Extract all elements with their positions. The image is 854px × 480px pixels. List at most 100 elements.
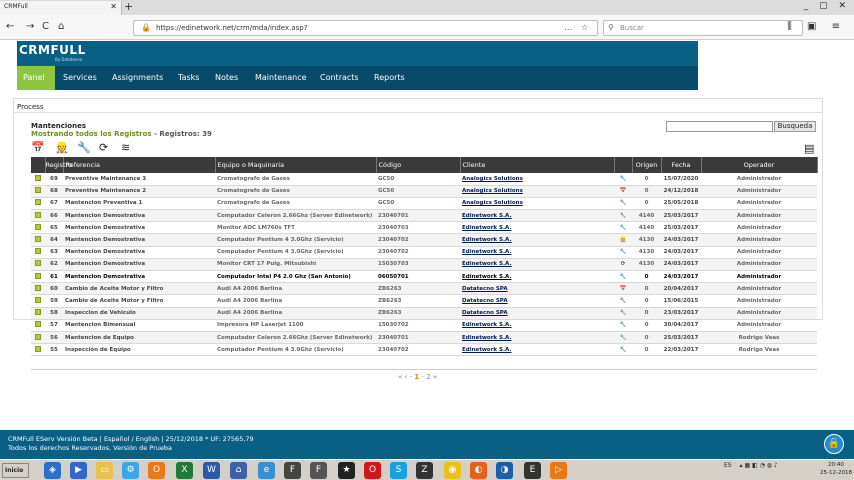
search-input[interactable] — [666, 121, 773, 132]
cell-cliente[interactable]: Datatecno SPA — [460, 282, 614, 296]
row-select-checkbox[interactable] — [31, 258, 45, 272]
row-select-checkbox[interactable] — [31, 197, 45, 211]
header-fecha[interactable]: Fecha — [661, 157, 702, 173]
table-row[interactable]: 68 Preventive Maintenance 2 Cromatografo d… — [31, 185, 817, 198]
folder-icon[interactable]: ▭ — [96, 462, 113, 479]
table-row[interactable]: 62 Mantencion Demostrativa Monitor CRT 17 … — [31, 258, 817, 272]
pager-page-2[interactable]: 2 — [426, 373, 430, 381]
app-yellow-icon[interactable]: ◉ — [444, 462, 461, 479]
header-registro[interactable]: Registro — [45, 157, 72, 173]
table-row[interactable]: 66 Mantencion Demostrativa Computador Cele… — [31, 209, 817, 223]
header-referencia[interactable]: Referencia — [63, 157, 216, 173]
ie-icon[interactable]: e — [258, 462, 275, 479]
row-select-checkbox[interactable] — [31, 221, 45, 235]
menu-contracts[interactable]: Contracts — [314, 66, 365, 90]
table-row[interactable]: 64 Mantencion Demostrativa Computador Pent… — [31, 233, 817, 247]
cell-cliente[interactable]: Analogics Solutions — [460, 173, 614, 186]
explorer-app-icon[interactable]: ▶ — [70, 462, 87, 479]
cell-cliente[interactable]: Edinetwork S.A. — [460, 258, 614, 272]
browser-tab[interactable]: CRMFull ✕ — [0, 1, 122, 15]
table-row[interactable]: 55 Inspección de Equipo Computador Pentium… — [31, 343, 817, 357]
clock[interactable]: 20:40 25-12-2018 — [820, 461, 852, 477]
pager-first[interactable]: « — [398, 373, 402, 381]
firefox-icon[interactable]: ◐ — [470, 462, 487, 479]
e-app-icon[interactable]: E — [524, 462, 541, 479]
row-select-checkbox[interactable] — [31, 185, 45, 198]
workers-icon[interactable]: 👷 — [55, 141, 69, 154]
person-tool-icon[interactable]: 🔧 — [77, 141, 91, 154]
row-select-checkbox[interactable] — [31, 343, 45, 357]
network-icon[interactable]: ⌂ — [230, 462, 247, 479]
cell-cliente[interactable]: Datatecno SPA — [460, 307, 614, 320]
cell-cliente[interactable]: Edinetwork S.A. — [460, 343, 614, 357]
menu-services[interactable]: Services — [57, 66, 103, 90]
cell-cliente[interactable]: Edinetwork S.A. — [460, 270, 614, 284]
row-select-checkbox[interactable] — [31, 270, 45, 284]
row-select-checkbox[interactable] — [31, 282, 45, 296]
header-cliente[interactable]: Cliente — [460, 157, 615, 173]
library-menu-icons[interactable]: ⫼ ▣ ≡ — [787, 21, 846, 32]
reload-icon[interactable]: C — [42, 21, 49, 32]
forward-icon[interactable]: → — [26, 21, 34, 32]
word-icon[interactable]: W — [203, 462, 220, 479]
cell-cliente[interactable]: Edinetwork S.A. — [460, 209, 614, 223]
row-select-checkbox[interactable] — [31, 246, 45, 259]
f-app-icon[interactable]: F — [284, 462, 301, 479]
back-icon[interactable]: ← — [6, 21, 14, 32]
header-equipo[interactable]: Equipo o Maquinaria — [215, 157, 377, 173]
tab-close-icon[interactable]: ✕ — [110, 2, 117, 11]
cell-cliente[interactable]: Edinetwork S.A. — [460, 221, 614, 235]
app-icon[interactable]: ⚙ — [122, 462, 139, 479]
row-select-checkbox[interactable] — [31, 233, 45, 247]
row-select-checkbox[interactable] — [31, 319, 45, 332]
row-select-checkbox[interactable] — [31, 331, 45, 345]
menu-reports[interactable]: Reports — [368, 66, 411, 90]
document-icon[interactable]: ▤ — [804, 142, 814, 155]
cell-cliente[interactable]: Analogics Solutions — [460, 197, 614, 211]
home-icon[interactable]: ⌂ — [58, 21, 64, 32]
layers-icon[interactable]: ≋ — [121, 141, 130, 154]
search-bar[interactable]: ⚲ Buscar — [603, 20, 803, 36]
table-row[interactable]: 67 Mantencion Preventiva 1 Cromatografo de… — [31, 197, 817, 211]
pager-next[interactable]: » — [433, 373, 437, 381]
zz-app-icon[interactable]: Z — [416, 462, 433, 479]
header-origen[interactable]: Origen — [632, 157, 662, 173]
header-operador[interactable]: Operador — [701, 157, 818, 173]
table-row[interactable]: 59 Cambio de Aceite Motor y Filtro Audi A4… — [31, 294, 817, 308]
search-button[interactable]: Busqueda — [774, 121, 816, 132]
globe-icon[interactable]: ◑ — [496, 462, 513, 479]
language-indicator[interactable]: ES — [724, 462, 732, 469]
tray-icons[interactable]: ▴ ▦ ◧ ◔ ◍ ♪ — [740, 462, 778, 469]
row-select-checkbox[interactable] — [31, 173, 45, 186]
new-tab-icon[interactable]: + — [124, 0, 133, 13]
opera-icon[interactable]: O — [364, 462, 381, 479]
row-select-checkbox[interactable] — [31, 307, 45, 320]
menu-panel[interactable]: Panel — [17, 66, 55, 90]
table-row[interactable]: 65 Mantencion Demostrativa Monitor AOC LM7… — [31, 221, 817, 235]
table-row[interactable]: 56 Mantencion de Equipo Computador Celeron… — [31, 331, 817, 345]
start-button[interactable]: Inicio — [2, 463, 29, 478]
table-row[interactable]: 60 Cambio de Aceite Motor y Filtro Audi A4… — [31, 282, 817, 296]
cell-cliente[interactable]: Edinetwork S.A. — [460, 319, 614, 332]
table-row[interactable]: 57 Mantencion Bimensual Impresora HP Laser… — [31, 319, 817, 332]
skype-icon[interactable]: S — [390, 462, 407, 479]
app-logo[interactable]: CRMFULL — [19, 43, 86, 57]
url-bar[interactable]: 🔒 https://edinetwork.net/crm/mda/index.a… — [133, 20, 598, 36]
network-app-icon[interactable]: ◈ — [44, 462, 61, 479]
lock-icon[interactable]: 🔒 — [824, 434, 844, 454]
url-actions-icon[interactable]: … ☆ — [564, 23, 591, 32]
office-icon[interactable]: O — [148, 462, 165, 479]
header-codigo[interactable]: Código — [376, 157, 461, 173]
window-controls[interactable]: _ ▢ ✕ — [804, 1, 850, 11]
excel-icon[interactable]: X — [176, 462, 193, 479]
menu-assignments[interactable]: Assignments — [106, 66, 169, 90]
table-row[interactable]: 61 Mantencion Demostrativa Computador Inte… — [31, 270, 817, 284]
cell-cliente[interactable]: Edinetwork S.A. — [460, 246, 614, 259]
player-icon[interactable]: ▷ — [550, 462, 567, 479]
menu-notes[interactable]: Notes — [209, 66, 244, 90]
f-app-2-icon[interactable]: F — [310, 462, 327, 479]
cell-cliente[interactable]: Edinetwork S.A. — [460, 331, 614, 345]
table-row[interactable]: 69 Preventive Maintenance 3 Cromatografo d… — [31, 173, 817, 186]
refresh-icon[interactable]: ⟳ — [99, 141, 108, 154]
cell-cliente[interactable]: Edinetwork S.A. — [460, 233, 614, 247]
